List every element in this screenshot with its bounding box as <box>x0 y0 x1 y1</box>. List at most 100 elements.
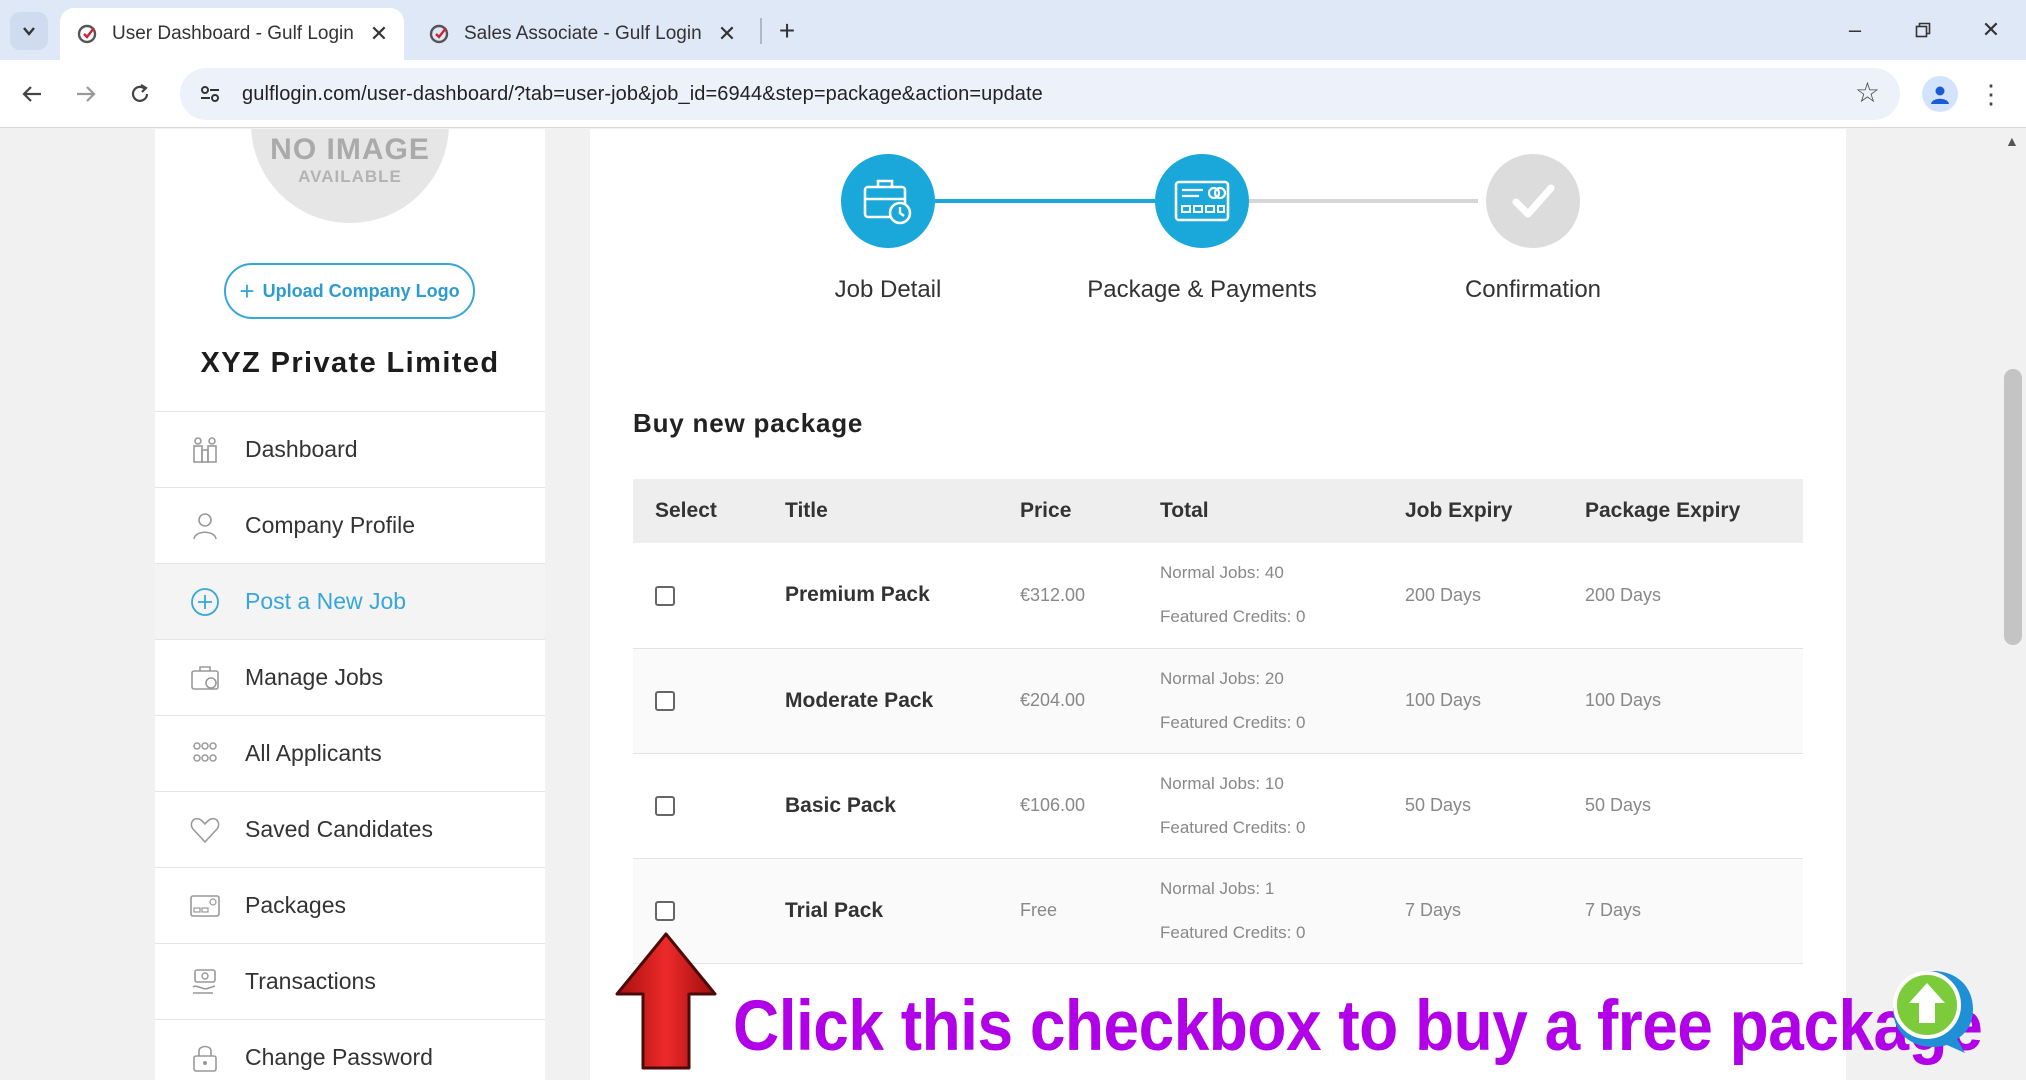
package-expiry: 7 Days <box>1563 858 1803 964</box>
company-logo-placeholder: NO IMAGE AVAILABLE <box>251 129 449 223</box>
sidebar-item-dashboard[interactable]: Dashboard <box>155 411 545 487</box>
plus-circle-icon <box>187 584 223 620</box>
restore-window-button[interactable] <box>1898 10 1948 50</box>
url-text[interactable]: gulflogin.com/user-dashboard/?tab=user-j… <box>242 83 1043 106</box>
table-row: Trial Pack Free Normal Jobs: 1 Featured C… <box>633 858 1803 964</box>
sidebar-item-all-applicants[interactable]: All Applicants <box>155 715 545 791</box>
minimize-window-button[interactable]: – <box>1830 10 1880 50</box>
package-price: €204.00 <box>998 648 1138 754</box>
close-tab-icon[interactable]: ✕ <box>364 19 394 49</box>
gulf-login-favicon-icon <box>77 24 97 44</box>
sidebar-item-packages[interactable]: Packages <box>155 867 545 943</box>
select-cell <box>633 543 763 649</box>
table-row: Premium Pack €312.00 Normal Jobs: 40 Feat… <box>633 543 1803 649</box>
select-moderate-pack-checkbox[interactable] <box>655 691 675 712</box>
sidebar-item-label: Saved Candidates <box>245 816 433 842</box>
package-price: €312.00 <box>998 543 1138 649</box>
tab-search-button[interactable] <box>10 12 48 50</box>
red-arrow-up-icon <box>615 932 717 1070</box>
select-cell <box>633 648 763 754</box>
chevron-down-icon <box>23 27 35 36</box>
package-total: Normal Jobs: 1 Featured Credits: 0 <box>1138 858 1383 964</box>
column-header-select: Select <box>633 479 763 543</box>
package-price: Free <box>998 858 1138 964</box>
featured-credits-text: Featured Credits: 0 <box>1160 922 1306 942</box>
select-basic-pack-checkbox[interactable] <box>655 796 675 817</box>
featured-credits-text: Featured Credits: 0 <box>1160 712 1306 732</box>
sidebar-item-label: All Applicants <box>245 740 382 766</box>
scroll-to-top-icon[interactable] <box>1887 965 1979 1057</box>
upload-company-logo-button[interactable]: + Upload Company Logo <box>224 263 475 319</box>
arrow-right-icon <box>77 86 96 102</box>
heart-icon <box>187 812 223 848</box>
job-expiry: 7 Days <box>1383 858 1563 964</box>
arrow-left-icon <box>22 86 41 102</box>
normal-jobs-text: Normal Jobs: 1 <box>1160 878 1275 898</box>
select-trial-pack-checkbox[interactable] <box>655 901 675 922</box>
tab-sales-associate[interactable]: Sales Associate - Gulf Login ✕ <box>412 8 752 60</box>
page-scrollbar[interactable]: ▲ <box>2000 129 2026 1080</box>
packages-table: Select Title Price Total Job Expiry Pack… <box>633 479 1803 964</box>
restore-icon <box>1915 22 1931 38</box>
close-tab-icon[interactable]: ✕ <box>712 19 742 49</box>
browser-menu-button[interactable]: ⋮ <box>1976 74 2006 114</box>
company-name: XYZ Private Limited <box>200 347 500 379</box>
tutorial-instruction-text: Click this checkbox to buy a free packag… <box>733 985 1983 1066</box>
sidebar-item-saved-candidates[interactable]: Saved Candidates <box>155 791 545 867</box>
sidebar-item-manage-jobs[interactable]: Manage Jobs <box>155 639 545 715</box>
tab-user-dashboard[interactable]: User Dashboard - Gulf Login ✕ <box>60 8 404 60</box>
sidebar-item-post-a-new-job[interactable]: Post a New Job <box>155 563 545 639</box>
briefcase-icon <box>187 660 223 696</box>
job-expiry: 100 Days <box>1383 648 1563 754</box>
package-title: Trial Pack <box>763 858 998 964</box>
scrollbar-thumb[interactable] <box>2004 369 2022 645</box>
step-job-detail-circle[interactable] <box>841 154 935 248</box>
address-bar[interactable]: gulflogin.com/user-dashboard/?tab=user-j… <box>180 68 1900 120</box>
table-row: Basic Pack €106.00 Normal Jobs: 10 Featur… <box>633 753 1803 859</box>
scroll-up-arrow-icon[interactable]: ▲ <box>2005 133 2019 149</box>
card-icon <box>187 888 223 924</box>
table-header-row: Select Title Price Total Job Expiry Pack… <box>633 479 1803 543</box>
package-price: €106.00 <box>998 753 1138 859</box>
sidebar-item-company-profile[interactable]: Company Profile <box>155 487 545 563</box>
package-title: Moderate Pack <box>763 648 998 754</box>
new-tab-button[interactable]: + <box>770 14 804 48</box>
back-button[interactable] <box>12 74 52 114</box>
sidebar-item-transactions[interactable]: Transactions <box>155 943 545 1019</box>
bookmark-star-icon[interactable]: ☆ <box>1855 76 1880 109</box>
browser-tab-bar: User Dashboard - Gulf Login ✕ Sales Asso… <box>0 0 2026 60</box>
post-job-panel: Job Detail Package & Payments Confirmati… <box>590 129 1846 1080</box>
sidebar-item-label: Packages <box>245 892 347 918</box>
select-premium-pack-checkbox[interactable] <box>655 585 675 606</box>
featured-credits-text: Featured Credits: 0 <box>1160 817 1306 837</box>
reload-button[interactable] <box>120 74 160 114</box>
tab-title: User Dashboard - Gulf Login <box>112 23 354 44</box>
profile-avatar[interactable] <box>1922 76 1958 112</box>
sidebar-item-change-password[interactable]: Change Password <box>155 1019 545 1080</box>
forward-button[interactable] <box>66 74 106 114</box>
briefcase-clock-icon <box>863 179 912 225</box>
package-title: Premium Pack <box>763 543 998 649</box>
no-image-subtext: AVAILABLE <box>298 167 402 186</box>
close-window-button[interactable]: ✕ <box>1966 10 2016 50</box>
column-header-total: Total <box>1138 479 1383 543</box>
package-title: Basic Pack <box>763 753 998 859</box>
transactions-icon <box>187 964 223 1000</box>
sidebar-menu: Dashboard Company Profile Post a New Job… <box>155 411 545 1080</box>
step-label-confirmation: Confirmation <box>1464 276 1602 303</box>
gulf-login-favicon-icon <box>429 24 449 44</box>
site-info-icon[interactable] <box>190 74 230 114</box>
column-header-package-expiry: Package Expiry <box>1563 479 1803 543</box>
dashboard-sidebar: NO IMAGE AVAILABLE + Upload Company Logo… <box>155 129 545 1080</box>
step-connector-complete <box>932 199 1156 203</box>
step-package-payments-circle[interactable] <box>1155 154 1249 248</box>
featured-credits-text: Featured Credits: 0 <box>1160 607 1306 627</box>
column-header-title: Title <box>763 479 998 543</box>
table-row: Moderate Pack €204.00 Normal Jobs: 20 Fea… <box>633 648 1803 754</box>
step-confirmation-circle[interactable] <box>1486 154 1580 248</box>
sidebar-item-label: Transactions <box>245 968 376 994</box>
package-expiry: 50 Days <box>1563 753 1803 859</box>
normal-jobs-text: Normal Jobs: 10 <box>1160 773 1284 793</box>
column-header-job-expiry: Job Expiry <box>1383 479 1563 543</box>
package-total: Normal Jobs: 40 Featured Credits: 0 <box>1138 543 1383 649</box>
